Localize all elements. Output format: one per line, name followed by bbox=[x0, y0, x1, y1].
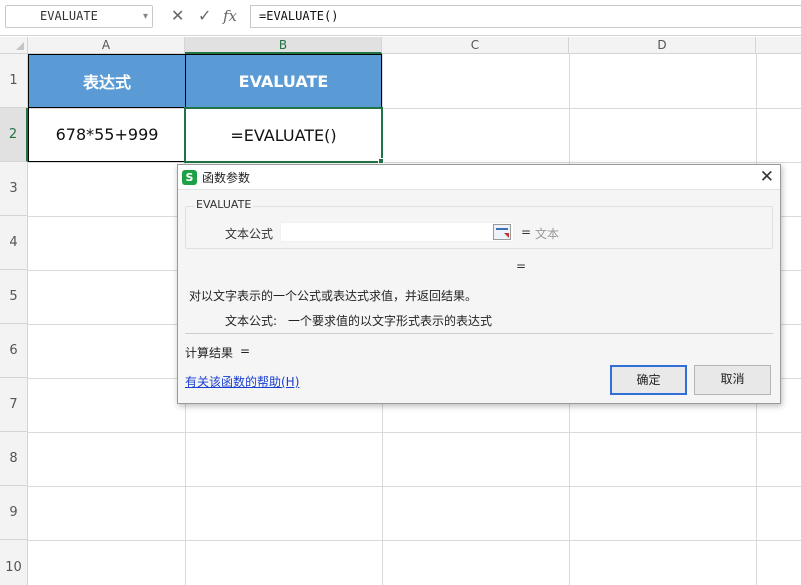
range-picker-arrow bbox=[504, 233, 509, 238]
row-header-10[interactable]: 10 bbox=[0, 540, 28, 585]
row-header-4[interactable]: 4 bbox=[0, 216, 28, 270]
function-arguments-dialog: S 函数参数 ✕ EVALUATE 文本公式 = 文本 = 对以文字表示的一个公… bbox=[177, 164, 781, 404]
result-preview-equals: = bbox=[516, 259, 527, 273]
result-equals: = bbox=[240, 344, 251, 358]
gridline bbox=[28, 162, 801, 163]
arg-type-hint: 文本 bbox=[535, 227, 560, 241]
close-icon[interactable]: ✕ bbox=[760, 167, 774, 187]
column-header-d[interactable]: D bbox=[569, 37, 756, 54]
name-box-value: EVALUATE bbox=[40, 9, 98, 23]
cell-b2-active[interactable]: =EVALUATE() bbox=[184, 107, 383, 163]
select-all-icon bbox=[16, 42, 24, 50]
cell-b1-text: EVALUATE bbox=[238, 71, 329, 91]
result-label: 计算结果 bbox=[185, 346, 234, 360]
function-description: 对以文字表示的一个公式或表达式求值，并返回结果。 bbox=[189, 289, 478, 303]
row-header-6[interactable]: 6 bbox=[0, 324, 28, 378]
insert-function-icon[interactable]: fx bbox=[223, 6, 237, 26]
formula-input[interactable]: =EVALUATE() bbox=[250, 5, 801, 28]
column-header-c[interactable]: C bbox=[382, 37, 569, 54]
name-box[interactable]: EVALUATE ▾ bbox=[5, 5, 153, 28]
formula-text-input[interactable] bbox=[280, 222, 514, 242]
range-picker-bar bbox=[496, 228, 508, 230]
row-header-9[interactable]: 9 bbox=[0, 486, 28, 540]
ok-button[interactable]: 确定 bbox=[610, 365, 687, 395]
column-header-e[interactable] bbox=[756, 37, 801, 54]
cell-a2[interactable]: 678*55+999 bbox=[28, 108, 185, 162]
cell-b2-text: =EVALUATE() bbox=[230, 125, 337, 145]
cell-b1[interactable]: EVALUATE bbox=[185, 54, 382, 108]
row-header-8[interactable]: 8 bbox=[0, 432, 28, 486]
chevron-down-icon[interactable]: ▾ bbox=[143, 6, 148, 27]
row-header-3[interactable]: 3 bbox=[0, 162, 28, 216]
help-link[interactable]: 有关该函数的帮助(H) bbox=[185, 373, 299, 390]
param-description-text: 一个要求值的以文字形式表示的表达式 bbox=[288, 314, 493, 328]
cancel-icon[interactable]: ✕ bbox=[171, 6, 184, 26]
row-header-5[interactable]: 5 bbox=[0, 270, 28, 324]
cell-a1[interactable]: 表达式 bbox=[28, 54, 185, 108]
gridline bbox=[28, 486, 801, 487]
arg-label: 文本公式 bbox=[225, 227, 274, 241]
arg-equals: = bbox=[521, 225, 532, 239]
row-header-7[interactable]: 7 bbox=[0, 378, 28, 432]
dialog-title: 函数参数 bbox=[202, 171, 251, 185]
range-picker-icon[interactable] bbox=[493, 224, 511, 240]
param-description-label: 文本公式: bbox=[225, 314, 278, 328]
divider bbox=[185, 333, 773, 334]
wps-logo-icon: S bbox=[182, 170, 197, 185]
row-header-2[interactable]: 2 bbox=[0, 108, 28, 162]
cell-a1-text: 表达式 bbox=[82, 73, 131, 92]
row-header-1[interactable]: 1 bbox=[0, 54, 28, 108]
column-header-a[interactable]: A bbox=[28, 37, 185, 54]
formula-bar: EVALUATE ▾ ✕ ✓ fx =EVALUATE() bbox=[0, 0, 801, 36]
gridline bbox=[28, 540, 801, 541]
dialog-title-bar[interactable]: S 函数参数 ✕ bbox=[178, 165, 780, 190]
gridline bbox=[28, 432, 801, 433]
cell-a2-text: 678*55+999 bbox=[55, 125, 159, 144]
select-all-corner[interactable] bbox=[0, 37, 28, 54]
confirm-icon[interactable]: ✓ bbox=[198, 6, 211, 26]
column-header-b[interactable]: B bbox=[185, 37, 382, 54]
function-name-label: EVALUATE bbox=[194, 198, 254, 211]
cancel-button[interactable]: 取消 bbox=[694, 365, 771, 395]
